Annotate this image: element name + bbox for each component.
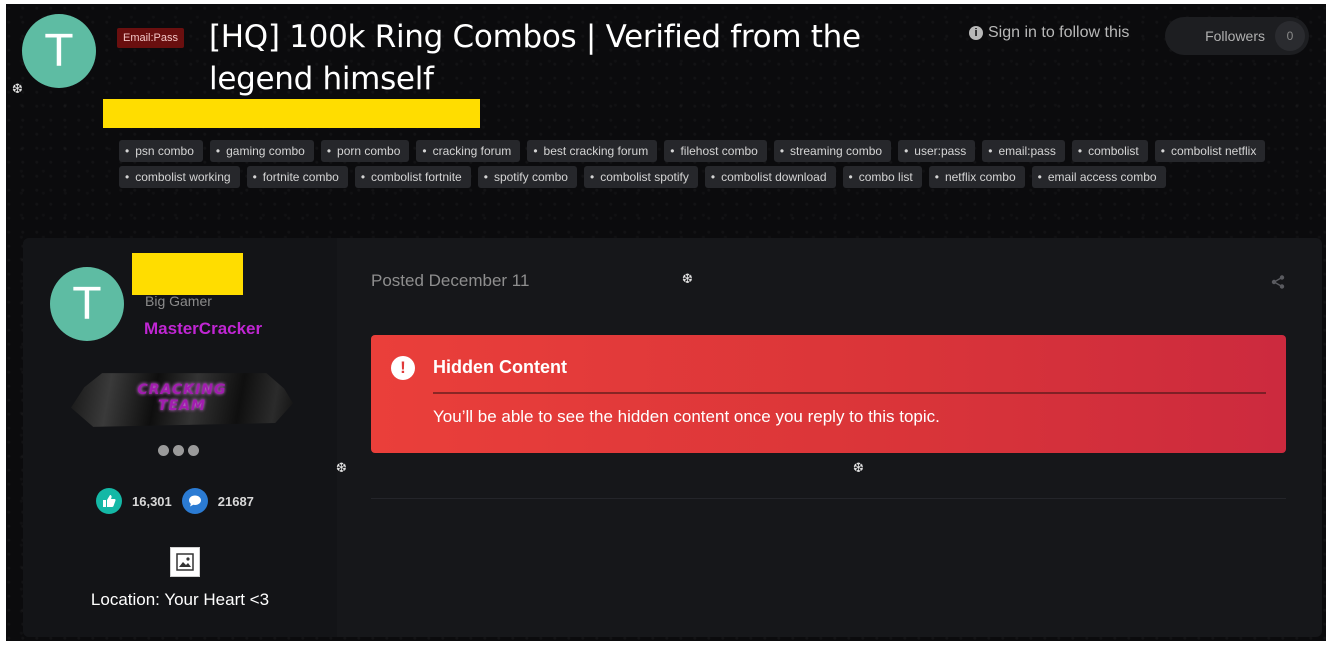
tag[interactable]: combolist netflix [1154, 140, 1266, 162]
author-stats: 16,301 21687 [96, 488, 254, 514]
tag[interactable]: combo list [842, 166, 922, 188]
sign-in-to-follow-link[interactable]: i Sign in to follow this [969, 23, 1129, 43]
snowflake-icon: ❆ [682, 272, 693, 287]
author-avatar[interactable]: T [50, 267, 124, 341]
redaction-bar [103, 99, 480, 128]
tag[interactable]: porn combo [320, 140, 410, 162]
tag[interactable]: combolist fortnite [354, 166, 471, 188]
author-panel: T Big Gamer MasterCracker CRACKING TEAM [23, 238, 337, 637]
topic-starter-avatar[interactable]: T [22, 14, 96, 88]
info-icon: i [969, 26, 983, 40]
followers-count: 0 [1275, 21, 1305, 51]
tag[interactable]: streaming combo [773, 140, 892, 162]
hidden-content-title: Hidden Content [433, 357, 567, 377]
chat-bubble-icon [181, 488, 208, 514]
tag[interactable]: email access combo [1031, 166, 1166, 188]
tag[interactable]: email:pass [982, 140, 1065, 162]
snowflake-icon: ❆ [853, 461, 864, 476]
tag[interactable]: user:pass [898, 140, 976, 162]
tag[interactable]: cracking forum [416, 140, 521, 162]
author-location: Location: Your Heart <3 [90, 590, 270, 609]
tag[interactable]: gaming combo [209, 140, 314, 162]
snowflake-icon: ❆ [12, 82, 23, 97]
tag[interactable]: combolist download [704, 166, 836, 188]
avatar-letter: T [73, 278, 101, 330]
redaction-bar [132, 253, 243, 295]
tag[interactable]: combolist [1071, 140, 1148, 162]
rank-pip [188, 445, 199, 456]
follow-text: Sign in to follow this [988, 24, 1130, 41]
author-rank: Big Gamer [145, 293, 212, 309]
snowflake-icon: ❆ [336, 461, 347, 476]
hidden-content-box: ! Hidden Content You’ll be able to see t… [371, 335, 1286, 453]
tag[interactable]: combolist working [119, 166, 240, 188]
divider [433, 392, 1266, 394]
tag[interactable]: filehost combo [664, 140, 767, 162]
exclamation-icon: ! [391, 356, 415, 380]
rank-pip [173, 445, 184, 456]
tag[interactable]: best cracking forum [527, 140, 658, 162]
topic-title: [HQ] 100k Ring Combos | Verified from th… [209, 19, 861, 97]
topic-prefix-badge[interactable]: Email:Pass [117, 28, 185, 48]
rank-pips [158, 445, 199, 456]
rank-pip [158, 445, 169, 456]
tag[interactable]: fortnite combo [246, 166, 348, 188]
share-icon[interactable] [1270, 274, 1286, 295]
reputation-count: 16,301 [132, 493, 172, 509]
avatar-letter: T [45, 25, 73, 77]
tag-list: psn combo gaming combo porn combo cracki… [119, 140, 1319, 188]
broken-image-icon [170, 547, 200, 577]
tag[interactable]: spotify combo [477, 166, 577, 188]
author-group: MasterCracker [144, 319, 263, 338]
post: T Big Gamer MasterCracker CRACKING TEAM [23, 238, 1322, 637]
tag[interactable]: combolist spotify [583, 166, 698, 188]
cracking-team-banner: CRACKING TEAM [71, 373, 293, 427]
banner-text: CRACKING TEAM [137, 382, 227, 414]
forum-page: T ❆ Email:Pass [HQ] 100k Ring Combos | V… [6, 4, 1326, 641]
tag[interactable]: psn combo [119, 140, 203, 162]
tag[interactable]: netflix combo [928, 166, 1025, 188]
post-date[interactable]: Posted December 11 [371, 271, 529, 291]
divider [371, 498, 1286, 499]
thumbs-up-icon [96, 488, 122, 514]
hidden-content-message: You’ll be able to see the hidden content… [433, 407, 940, 426]
post-count: 21687 [217, 493, 254, 509]
followers-button[interactable]: Followers 0 [1165, 17, 1309, 55]
followers-label: Followers [1205, 28, 1265, 44]
